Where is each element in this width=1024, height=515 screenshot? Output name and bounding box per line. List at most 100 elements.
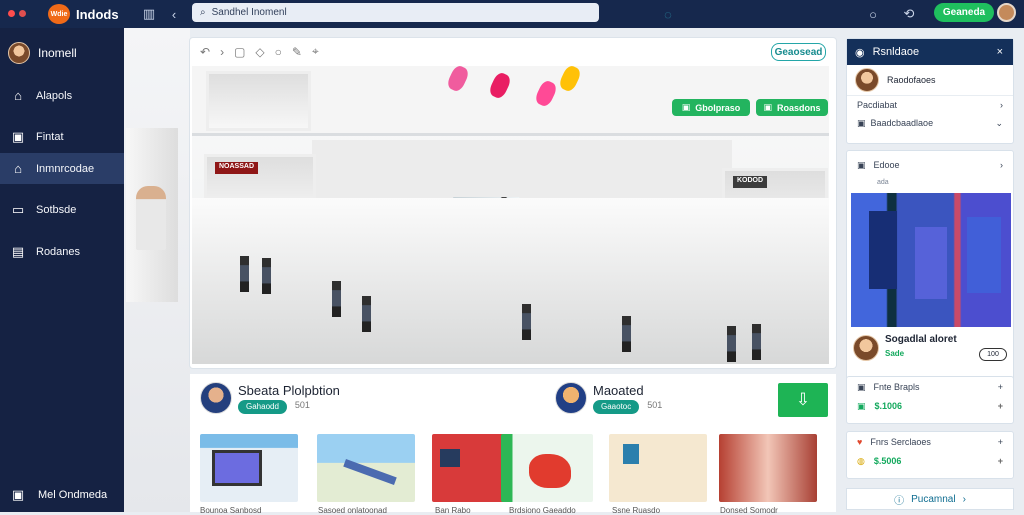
- left-list-meta: Sbeata Plolpbtion Gahaodd 501: [238, 383, 340, 414]
- crop-icon[interactable]: ▢: [234, 45, 245, 59]
- media-list-panel: Sbeata Plolpbtion Gahaodd 501 Maoated Ga…: [190, 374, 836, 515]
- sidebar: Inomell ⌂ Alapols ▣ Fintat ⌂ Inmnrcodae ▭ So…: [0, 28, 124, 512]
- image-tag[interactable]: ▣ Roasdons: [756, 99, 828, 116]
- thumbnail-caption: Bounoa Sanbosd: [200, 506, 262, 515]
- search-value: Sandhel Inomenl: [211, 7, 287, 18]
- section-subrow[interactable]: ▣ Baadcbaadlaoe ⌄: [847, 114, 1013, 132]
- left-list-title: Sbeata Plolpbtion: [238, 382, 340, 398]
- download-button[interactable]: ⇩: [778, 383, 828, 417]
- add-icon[interactable]: +: [998, 437, 1003, 447]
- sync-icon[interactable]: ◌: [659, 5, 677, 23]
- feature-name: Sogadlal aloret: [885, 334, 957, 345]
- feature-image[interactable]: [851, 193, 1011, 327]
- thumbnail-display[interactable]: [609, 434, 707, 502]
- left-list-header: Sbeata Plolpbtion Gahaodd 501: [200, 374, 340, 422]
- left-list-count: 501: [294, 399, 310, 410]
- inbox-icon: ▣: [11, 128, 25, 144]
- section-row[interactable]: Pacdiabat ›: [847, 96, 1013, 114]
- chevron-right-icon: ›: [1000, 100, 1003, 110]
- app-name: Indods: [76, 7, 119, 22]
- deal-title-row: ♥ Fnrs Serclaoes +: [857, 437, 1003, 447]
- forward-icon[interactable]: ›: [220, 45, 224, 59]
- escalator-image: [343, 459, 397, 485]
- shop-window-image: [440, 449, 460, 467]
- sidebar-item-label: Fintat: [36, 130, 64, 143]
- primary-action-button[interactable]: Geaneda: [934, 3, 994, 22]
- sidebar-bottom-item[interactable]: ▣ Mel Ondmeda: [0, 482, 124, 508]
- thumbnail-stand[interactable]: [200, 434, 298, 502]
- refresh-icon[interactable]: ⟲: [900, 5, 918, 23]
- image-tag[interactable]: ▣ Gbolpraso: [672, 99, 750, 116]
- sidebar-item-label: Alapols: [36, 89, 73, 102]
- thumbnail-escalator[interactable]: [317, 434, 415, 502]
- deal-card[interactable]: ♥ Fnrs Serclaoes + ◍ $.5006 +: [846, 431, 1014, 479]
- undo-icon[interactable]: ↶: [200, 45, 210, 59]
- calendar-icon: ▣: [857, 117, 866, 128]
- viewer-action-button[interactable]: Geaosead: [771, 43, 826, 61]
- shopper: [240, 256, 249, 292]
- gift-icon: ▣: [857, 381, 866, 392]
- close-icon[interactable]: ×: [997, 46, 1003, 58]
- pin-icon[interactable]: ⌖: [312, 44, 319, 59]
- footer-action-button[interactable]: ⓘ Pucamnal ›: [846, 488, 1014, 510]
- left-person-image: [136, 186, 166, 250]
- store-icon: ⌂: [14, 161, 22, 176]
- sidebar-item-sotbsde[interactable]: ▭ Sotbsde: [0, 194, 124, 225]
- viewer-toolbar: ↶ › ▢ ◇ ○ ✎ ⌖: [190, 38, 836, 65]
- sidebar-item-label: Inmnrcodae: [36, 162, 95, 175]
- minimize-window-icon[interactable]: [19, 10, 26, 17]
- display-screen-image: [623, 444, 639, 464]
- add-icon[interactable]: +: [998, 456, 1003, 466]
- chat-card: ◉ Rsnldaoe × Raodofaoes Pacdiabat › ▣ Baadcb…: [846, 38, 1014, 144]
- shopper: [727, 326, 736, 362]
- brush-icon[interactable]: ◇: [255, 45, 264, 59]
- thumbnail-caption: Brdsiono Gaeaddo: [509, 506, 576, 515]
- sidebar-item-fintat[interactable]: ▣ Fintat: [0, 121, 124, 152]
- left-list-pill[interactable]: Gahaodd: [238, 399, 287, 414]
- pen-icon[interactable]: ✎: [292, 45, 302, 59]
- stand-image: [212, 450, 262, 486]
- left-list-avatar: [200, 382, 232, 414]
- shop-sign: KODOD: [733, 176, 768, 188]
- back-chevron-icon[interactable]: ‹: [165, 5, 183, 23]
- right-panel: ◉ Rsnldaoe × Raodofaoes Pacdiabat › ▣ Baadcb…: [846, 38, 1014, 512]
- circle-tool-icon[interactable]: ○: [275, 45, 282, 59]
- sidebar-item-alapols[interactable]: ⌂ Alapols: [0, 80, 124, 111]
- search-icon: ⌕: [200, 7, 206, 18]
- add-icon[interactable]: +: [998, 401, 1003, 411]
- contact-row[interactable]: Raodofaoes: [847, 65, 1013, 96]
- display-shelf-image: [869, 211, 897, 289]
- wallet-icon: ▣: [857, 400, 866, 411]
- report-icon: ▤: [11, 243, 25, 259]
- sidebar-item-inmnrcodae[interactable]: ⌂ Inmnrcodae: [0, 153, 124, 184]
- profile-avatar[interactable]: [997, 3, 1016, 22]
- top-left-shop: [206, 71, 311, 131]
- feature-header[interactable]: ▣ Edooe ›: [847, 151, 1013, 179]
- thumbnail-mall-hall[interactable]: [719, 434, 817, 502]
- right-list-title: Maoated: [593, 382, 644, 398]
- display-shelf-image: [967, 217, 1001, 293]
- product-image: [529, 454, 571, 488]
- feature-card: ▣ Edooe › ada Sogadlal aloret Sade 100: [846, 150, 1014, 410]
- right-list-pill[interactable]: Gaaotoc: [593, 399, 640, 414]
- add-icon[interactable]: +: [998, 382, 1003, 392]
- thumbnail-caption: Sasoed onlatoonad: [318, 506, 387, 515]
- notification-icon[interactable]: ○: [864, 5, 882, 23]
- search-input[interactable]: ⌕ Sandhel Inomenl: [192, 3, 599, 22]
- shopper: [522, 304, 531, 340]
- display-shelf-image: [915, 227, 947, 299]
- close-window-icon[interactable]: [8, 10, 15, 17]
- middle-mall-level: [312, 140, 732, 202]
- thumbnail-product[interactable]: [501, 434, 593, 502]
- sidebar-user-name: Inomell: [38, 46, 77, 60]
- left-photo-strip: [124, 28, 190, 512]
- building-icon[interactable]: ▥: [140, 5, 158, 23]
- right-list-header: Maoated Gaaotoc 501: [555, 374, 662, 422]
- shopper: [752, 324, 761, 360]
- sidebar-item-label: Rodanes: [36, 245, 81, 258]
- thumbnail-caption: Donsed Somodr: [720, 506, 778, 515]
- shopper: [262, 258, 271, 294]
- sidebar-user[interactable]: Inomell: [0, 38, 124, 68]
- deal-card[interactable]: ▣ Fnte Brapls + ▣ $.1006 +: [846, 376, 1014, 424]
- sidebar-item-rodanes[interactable]: ▤ Rodanes: [0, 236, 124, 267]
